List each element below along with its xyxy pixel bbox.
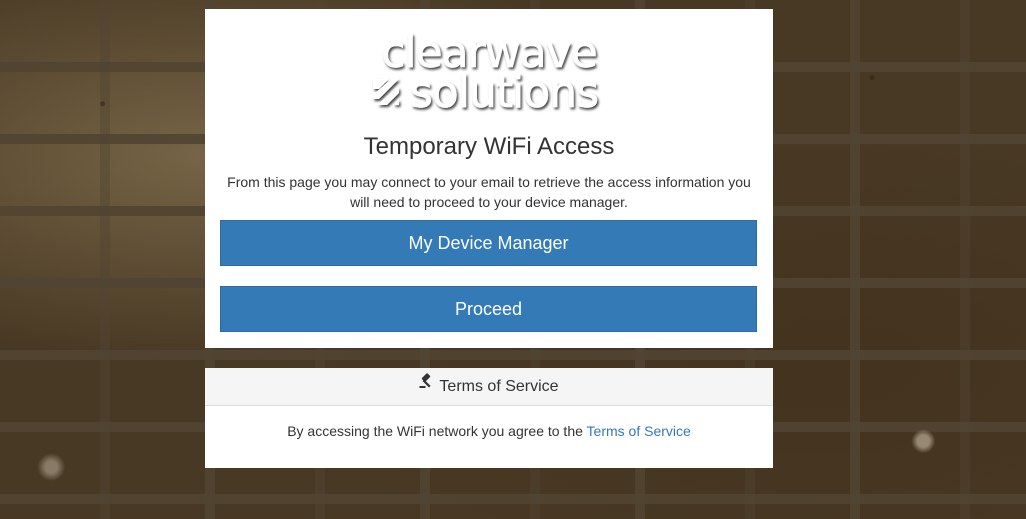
page-title: Temporary WiFi Access <box>363 133 615 160</box>
terms-agreement-prefix: By accessing the WiFi network you agree … <box>287 423 587 439</box>
terms-panel-title: Terms of Service <box>439 378 559 396</box>
svg-text:solutions: solutions <box>410 67 598 118</box>
logo-stripes-icon <box>373 79 399 105</box>
proceed-button[interactable]: Proceed <box>220 286 757 332</box>
terms-panel-header: Terms of Service <box>205 368 773 406</box>
terms-of-service-link[interactable]: Terms of Service <box>587 423 691 439</box>
gavel-icon <box>419 366 435 404</box>
my-device-manager-button[interactable]: My Device Manager <box>220 220 757 266</box>
terms-of-service-panel: Terms of Service By accessing the WiFi n… <box>205 368 773 468</box>
clearwave-logo: clearwave solutions clearwave solutions <box>205 27 773 119</box>
wifi-access-card: clearwave solutions clearwave solutions … <box>205 9 773 348</box>
intro-description: From this page you may connect to your e… <box>227 174 751 210</box>
terms-agreement-text: By accessing the WiFi network you agree … <box>205 406 773 439</box>
